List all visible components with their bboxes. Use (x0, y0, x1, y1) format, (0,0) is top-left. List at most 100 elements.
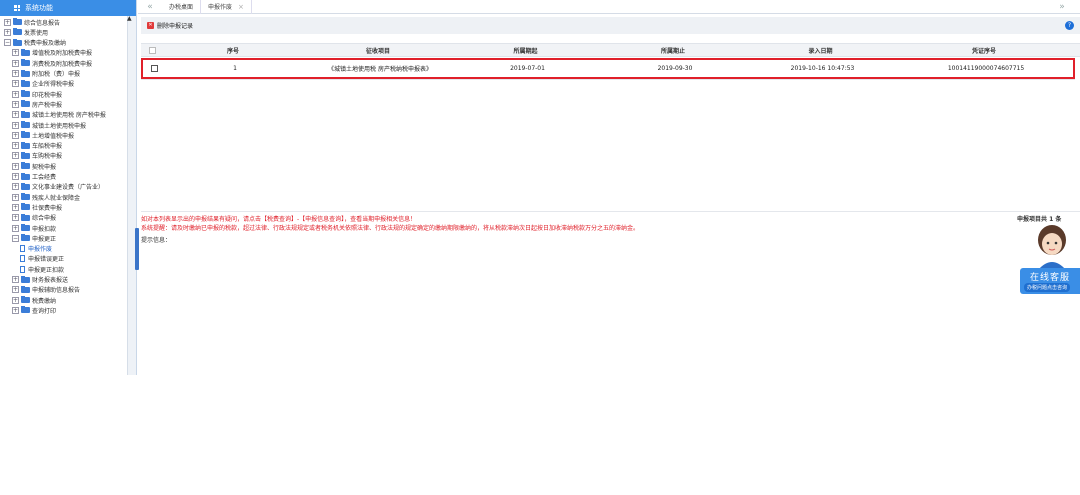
sidebar-item[interactable]: + 城镇土地使用税申报 (12, 120, 86, 130)
grid-icon (14, 5, 20, 11)
online-service-widget[interactable]: 在线客服 办税问题点击咨询 (1020, 222, 1080, 302)
sidebar-item[interactable]: + 申报辅助信息报告 (12, 285, 80, 295)
sidebar-item[interactable]: + 综合信息报告 (4, 17, 60, 27)
document-icon (20, 265, 25, 273)
expand-icon[interactable]: + (12, 90, 19, 98)
sidebar-item-label: 申报更正扣款 (28, 266, 65, 274)
folder-icon (21, 151, 30, 159)
folder-icon (21, 234, 30, 242)
expand-icon[interactable]: + (12, 173, 19, 180)
folder-icon (21, 162, 30, 170)
folder-icon (21, 172, 30, 180)
sidebar-item[interactable]: + 印花税申报 (12, 89, 62, 99)
sidebar-item[interactable]: 申报错误更正 (20, 254, 64, 264)
expand-icon[interactable]: + (12, 183, 19, 191)
delete-record-button[interactable]: ✕ 删除申报记录 (147, 21, 193, 30)
sidebar-item[interactable]: 申报更正扣款 (20, 264, 64, 274)
sidebar-item-label: 城镇土地使用税申报 (32, 122, 87, 130)
service-agent-avatar-icon (1038, 225, 1066, 270)
expand-icon[interactable]: + (12, 152, 19, 160)
expand-icon[interactable]: + (12, 193, 19, 201)
row-checkbox[interactable] (150, 65, 158, 72)
expand-icon[interactable]: + (12, 286, 19, 294)
tab-prev-icon[interactable]: « (138, 2, 162, 12)
sidebar-item[interactable]: + 车购税申报 (12, 151, 62, 161)
tab-label: 申报作废 (208, 4, 233, 11)
collapse-icon[interactable]: − (4, 39, 11, 47)
sidebar-item[interactable]: + 工会经费 (12, 172, 56, 182)
expand-icon[interactable]: + (4, 18, 11, 26)
expand-icon[interactable]: + (12, 59, 19, 67)
select-all-checkbox[interactable] (148, 46, 156, 54)
expand-icon[interactable]: + (12, 70, 19, 77)
sidebar-item[interactable]: + 财务报表报送 (12, 275, 68, 285)
expand-icon[interactable]: + (12, 306, 19, 314)
expand-icon[interactable]: + (12, 162, 19, 170)
column-header[interactable]: 征收项目 (303, 44, 453, 56)
sidebar-item[interactable]: + 车船税申报 (12, 141, 62, 151)
expand-icon[interactable]: + (4, 28, 11, 36)
sidebar-item[interactable]: + 土地增值税申报 (12, 130, 74, 140)
sidebar-item-label: 印花税申报 (32, 91, 63, 99)
sidebar-item[interactable]: − 申报更正 (12, 233, 56, 243)
cell-voucher: 10014119000074607715 (947, 65, 1025, 72)
sidebar-item[interactable]: + 税费缴纳 (12, 295, 56, 305)
cell-period-start: 2019-07-01 (510, 65, 545, 72)
tab-next-icon[interactable]: » (1050, 0, 1074, 14)
sidebar-item-label: 车船税申报 (32, 143, 63, 151)
expand-icon[interactable]: + (12, 121, 19, 129)
sidebar-item[interactable]: + 申报扣款 (12, 223, 56, 233)
folder-icon (13, 18, 22, 25)
expand-icon[interactable]: + (12, 276, 19, 283)
toolbar: ✕ 删除申报记录 ? (141, 17, 1080, 34)
column-header[interactable]: 所属期起 (453, 44, 598, 56)
sidebar-item[interactable]: + 企业所得税申报 (12, 79, 74, 89)
table-row[interactable]: 1 《城镇土地使用税 房产税纳税申报表》 2019-07-01 2019-09-… (141, 58, 1075, 79)
expand-icon[interactable]: + (12, 111, 19, 119)
sidebar-item[interactable]: + 文化事业建设费（广告业） (12, 182, 104, 192)
column-header[interactable]: 序号 (163, 44, 303, 56)
service-banner[interactable]: 在线客服 办税问题点击咨询 (1020, 268, 1080, 294)
expand-icon[interactable]: + (12, 203, 19, 211)
sidebar-item[interactable]: + 残疾人就业保障金 (12, 192, 80, 202)
expand-icon[interactable]: + (12, 49, 19, 57)
column-header[interactable]: 所属期止 (598, 44, 748, 56)
sidebar-scrollbar[interactable] (127, 16, 136, 375)
sidebar-item[interactable]: + 查询打印 (12, 305, 56, 315)
tab-invalidate[interactable]: 申报作废 × (200, 0, 252, 14)
sidebar-item[interactable]: + 契税申报 (12, 161, 56, 171)
sidebar-item-label: 工会经费 (32, 174, 57, 181)
sidebar-item-label: 企业所得税申报 (32, 81, 75, 89)
help-icon[interactable]: ? (1065, 21, 1074, 30)
folder-icon (21, 48, 30, 56)
sidebar-item[interactable]: + 综合申报 (12, 213, 56, 223)
sidebar-item[interactable]: + 消费税及附加税费申报 (12, 58, 92, 68)
expand-icon[interactable]: + (12, 80, 19, 88)
expand-icon[interactable]: + (12, 224, 19, 232)
expand-icon[interactable]: + (12, 214, 19, 222)
folder-icon (21, 131, 30, 139)
sidebar-item[interactable]: + 增值税及附加税费申报 (12, 48, 92, 58)
sidebar-item[interactable]: + 发票使用 (4, 27, 48, 37)
sidebar-item[interactable]: + 附加税（费）申报 (12, 69, 80, 79)
expand-icon[interactable]: + (12, 131, 19, 139)
tab-desktop[interactable]: 办税桌面 (162, 0, 200, 14)
sidebar-item[interactable]: + 城镇土地使用税 房产税申报 (12, 110, 106, 120)
service-subtitle: 办税问题点击咨询 (1024, 283, 1071, 292)
sidebar-item[interactable]: − 税费申报及缴纳 (4, 38, 66, 48)
folder-icon (21, 100, 30, 108)
folder-icon (21, 182, 30, 190)
app-window: 系统功能 ▲ + 综合信息报告 + 发票使用 − 税费申报及缴纳 + 增值税及附加税费申报 + 消… (0, 0, 1080, 495)
column-header[interactable]: 凭证序号 (893, 44, 1075, 56)
column-header[interactable]: 录入日期 (748, 44, 893, 56)
close-icon[interactable]: × (238, 3, 244, 11)
expand-icon[interactable]: + (12, 100, 19, 108)
expand-icon[interactable]: + (12, 296, 19, 304)
sidebar-item[interactable]: + 社保费申报 (12, 202, 62, 212)
collapse-icon[interactable]: − (12, 234, 19, 242)
sidebar-item[interactable]: 申报作废 (20, 244, 52, 254)
scroll-up-icon[interactable]: ▲ (127, 16, 133, 22)
sidebar-item[interactable]: + 房产税申报 (12, 99, 62, 109)
sidebar-splitter[interactable] (135, 228, 139, 270)
expand-icon[interactable]: + (12, 142, 19, 150)
